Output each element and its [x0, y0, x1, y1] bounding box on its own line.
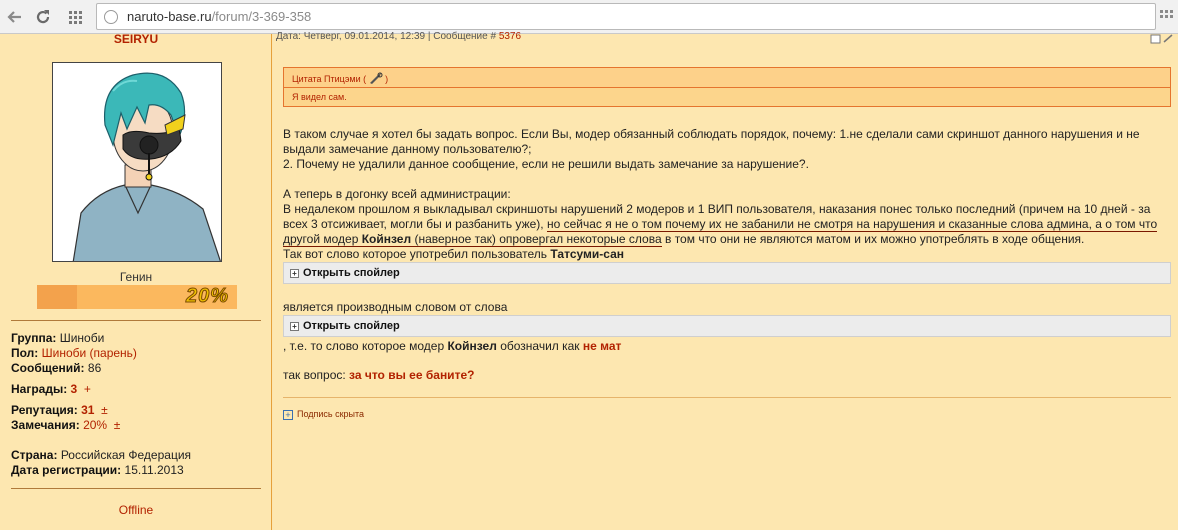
post-paragraph: так вопрос: за что вы ее баните? — [283, 368, 475, 382]
post-header: Дата: Четверг, 09.01.2014, 12:39 | Сообщ… — [276, 31, 522, 42]
page-info-icon[interactable] — [104, 10, 118, 24]
add-award-button[interactable]: + — [84, 382, 91, 396]
post-paragraph: 2. Почему не удалили данное сообщение, е… — [283, 157, 809, 171]
user-group: Шиноби — [59, 331, 105, 345]
quote-text: Я видел сам. — [292, 92, 347, 102]
post-paragraph: Так вот слово которое употребил пользова… — [283, 247, 624, 261]
expand-icon: + — [290, 322, 299, 331]
url-text: naruto-base.ru/forum/3-369-358 — [127, 9, 312, 24]
address-bar[interactable]: naruto-base.ru/forum/3-369-358 — [96, 3, 1156, 30]
expand-icon: + — [290, 269, 299, 278]
user-registered-row: Дата регистрации: 15.11.2013 — [11, 463, 184, 477]
post-paragraph: является производным словом от слова — [283, 300, 508, 314]
user-panel: SEIRYU Генин 20% Группа: Шиноби Пол: Шин… — [0, 32, 272, 530]
user-warnings[interactable]: 20% — [83, 418, 107, 432]
signature-toggle[interactable]: + Подпись скрыта — [283, 409, 364, 420]
message-number-link[interactable]: 5376 — [499, 31, 521, 42]
post-paragraph: , т.е. то слово которое модер Койнзел об… — [283, 339, 622, 353]
quote-block: Цитата Птицэми ( ) Я видел сам. — [283, 67, 1171, 107]
user-messages[interactable]: 86 — [88, 361, 101, 375]
user-awards[interactable]: 3 — [71, 382, 78, 396]
rank-progress-bar: 20% — [37, 285, 237, 309]
reputation-change-button[interactable]: ± — [101, 403, 108, 417]
quote-author-icon — [369, 72, 383, 84]
user-country: Российская Федерация — [60, 448, 192, 462]
online-status: Offline — [118, 503, 154, 517]
user-warnings-row: Замечания: 20% ± — [11, 418, 121, 432]
avatar — [52, 62, 222, 262]
user-rank: Генин — [119, 270, 153, 284]
username[interactable]: SEIRYU — [0, 32, 272, 46]
expand-icon: + — [283, 410, 293, 420]
spoiler-toggle[interactable]: + Открыть спойлер — [283, 315, 1171, 337]
post-paragraph: В недалеком прошлом я выкладывал скриншо… — [283, 202, 1158, 247]
user-messages-row: Сообщений: 86 — [11, 361, 102, 375]
post-paragraph: В таком случае я хотел бы задать вопрос.… — [283, 127, 1140, 156]
signature-divider — [283, 397, 1171, 398]
rank-progress-fill — [37, 285, 77, 309]
post-body: Дата: Четверг, 09.01.2014, 12:39 | Сообщ… — [273, 31, 1178, 530]
divider — [11, 320, 261, 321]
user-awards-row: Награды: 3 + — [11, 382, 91, 396]
browser-toolbar: naruto-base.ru/forum/3-369-358 — [0, 0, 1178, 34]
apps-grid-icon[interactable] — [64, 6, 86, 28]
back-arrow-icon[interactable] — [4, 6, 26, 28]
user-registered: 15.11.2013 — [124, 463, 184, 477]
user-gender-row: Пол: Шиноби (парень) — [11, 346, 137, 360]
user-reputation[interactable]: 31 — [81, 403, 94, 417]
quote-title: Цитата Птицэми ( ) — [284, 68, 1170, 88]
user-group-row: Группа: Шиноби — [11, 331, 105, 345]
apps-shortcut-icon[interactable] — [1160, 10, 1174, 24]
user-reputation-row: Репутация: 31 ± — [11, 403, 108, 417]
user-country-row: Страна: Российская Федерация — [11, 448, 192, 462]
forum-post-area: SEIRYU Генин 20% Группа: Шиноби Пол: Шин… — [0, 31, 1178, 530]
warnings-change-button[interactable]: ± — [114, 418, 121, 432]
spoiler-toggle[interactable]: + Открыть спойлер — [283, 262, 1171, 284]
post-paragraph: А теперь в догонку всей администрации: — [283, 187, 511, 201]
user-gender: Шиноби (парень) — [41, 346, 137, 360]
rank-progress-label: 20% — [185, 285, 229, 308]
reload-icon[interactable] — [32, 6, 54, 28]
divider — [11, 488, 261, 489]
post-tools-icon[interactable] — [1150, 34, 1174, 44]
